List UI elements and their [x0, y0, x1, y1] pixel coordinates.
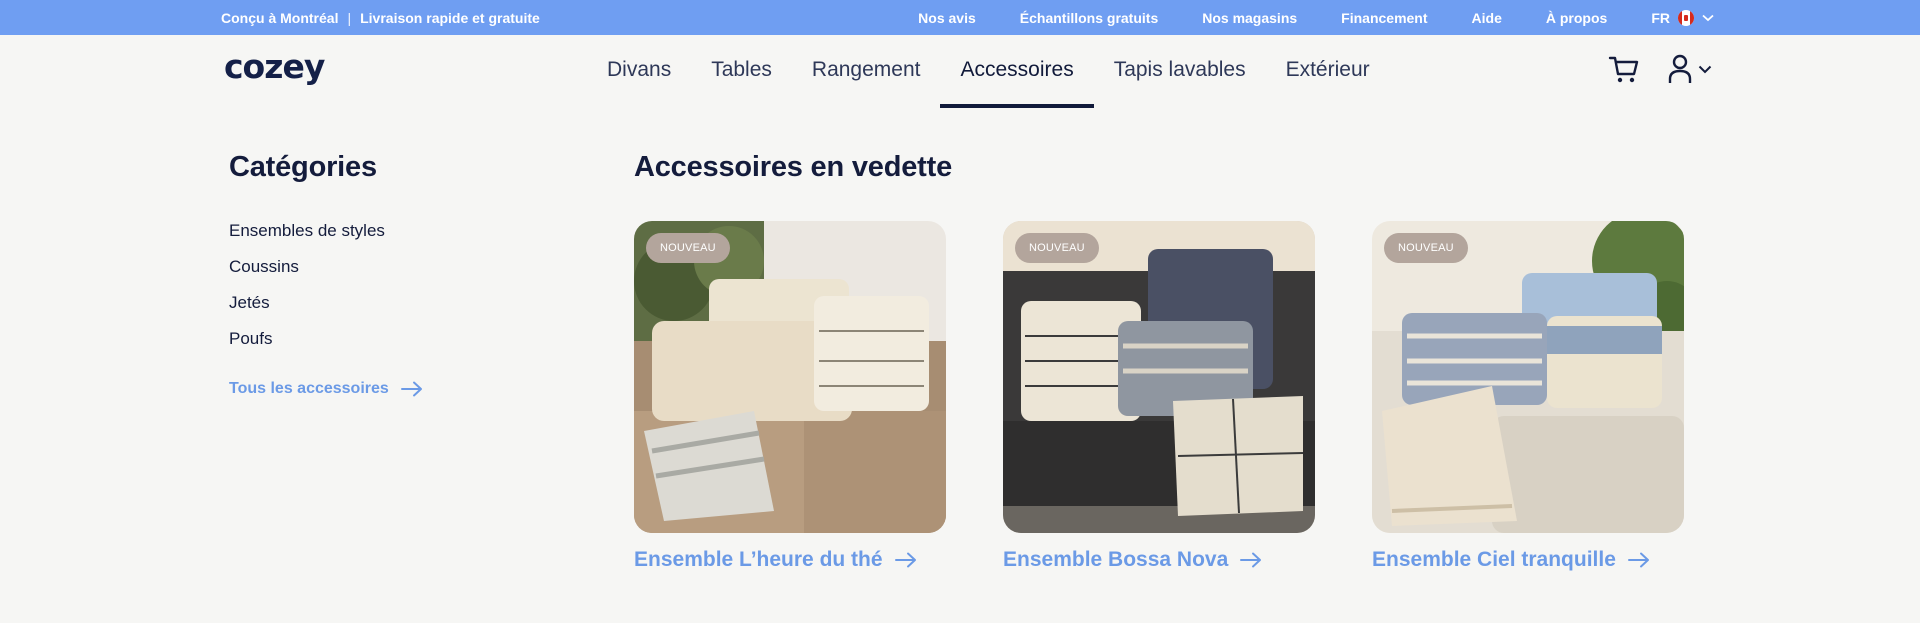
new-badge: NOUVEAU [1015, 233, 1099, 263]
product-photo [634, 221, 946, 533]
main-nav: Divans Tables Rangement Accessoires Tapi… [587, 35, 1390, 108]
arrow-right-icon [400, 381, 422, 397]
nav-item-tables[interactable]: Tables [691, 35, 792, 105]
nav-item-sofas[interactable]: Divans [587, 35, 691, 105]
link-reviews[interactable]: Nos avis [918, 10, 976, 26]
all-accessories-link[interactable]: Tous les accessoires [229, 380, 423, 398]
product-image-ciel-tranquille[interactable]: NOUVEAU [1372, 221, 1684, 533]
account-menu[interactable] [1668, 53, 1716, 85]
product-card-tea-time: NOUVEAU Ensemble L’heure du thé [634, 221, 946, 571]
arrow-right-icon [1240, 552, 1262, 568]
chevron-down-icon [1698, 65, 1712, 73]
language-label: FR [1651, 9, 1670, 26]
product-photo [1372, 221, 1684, 533]
nav-item-washable-rugs[interactable]: Tapis lavables [1094, 35, 1266, 105]
product-card-ciel-tranquille: NOUVEAU Ensemble Ciel tranquille [1372, 221, 1684, 571]
nav-item-storage[interactable]: Rangement [792, 35, 941, 105]
new-badge: NOUVEAU [646, 233, 730, 263]
new-badge: NOUVEAU [1384, 233, 1468, 263]
tagline-delivery: Livraison rapide et gratuite [360, 9, 540, 26]
product-card-bossa-nova: NOUVEAU Ensemble Bossa Nova [1003, 221, 1315, 571]
category-item-style-sets[interactable]: Ensembles de styles [229, 218, 385, 254]
link-help[interactable]: Aide [1472, 10, 1502, 26]
tagline: Conçu à Montréal | Livraison rapide et g… [221, 0, 540, 35]
product-link-ciel-tranquille[interactable]: Ensemble Ciel tranquille [1372, 548, 1650, 572]
arrow-right-icon [1627, 552, 1649, 568]
category-item-cushions[interactable]: Coussins [229, 254, 385, 290]
nav-item-outdoor[interactable]: Extérieur [1266, 35, 1390, 105]
utility-links: Nos avis Échantillons gratuits Nos magas… [918, 0, 1714, 35]
chevron-down-icon [1702, 14, 1714, 21]
language-selector[interactable]: FR [1651, 9, 1714, 26]
top-announcement-bar: Conçu à Montréal | Livraison rapide et g… [0, 0, 1920, 35]
product-photo [1003, 221, 1315, 533]
arrow-right-icon [894, 552, 916, 568]
link-free-samples[interactable]: Échantillons gratuits [1020, 10, 1158, 26]
link-stores[interactable]: Nos magasins [1202, 10, 1297, 26]
all-accessories-label: Tous les accessoires [229, 380, 389, 397]
user-icon [1668, 54, 1692, 83]
cart-icon[interactable] [1608, 53, 1640, 85]
canada-flag-icon [1678, 9, 1694, 26]
product-image-bossa-nova[interactable]: NOUVEAU [1003, 221, 1315, 533]
link-financing[interactable]: Financement [1341, 10, 1427, 26]
category-item-throws[interactable]: Jetés [229, 290, 385, 326]
logo[interactable]: cozey [224, 47, 325, 86]
featured-heading: Accessoires en vedette [634, 151, 952, 183]
category-list: Ensembles de styles Coussins Jetés Poufs [229, 218, 385, 362]
tagline-designed: Conçu à Montréal [221, 9, 339, 26]
product-image-tea-time[interactable]: NOUVEAU [634, 221, 946, 533]
tagline-separator: | [347, 9, 352, 26]
link-about[interactable]: À propos [1546, 10, 1607, 26]
product-link-tea-time[interactable]: Ensemble L’heure du thé [634, 548, 917, 572]
category-item-poufs[interactable]: Poufs [229, 326, 385, 362]
product-link-bossa-nova[interactable]: Ensemble Bossa Nova [1003, 548, 1262, 572]
product-title: Ensemble L’heure du thé [634, 548, 883, 571]
main-header: cozey Divans Tables Rangement Accessoire… [0, 35, 1920, 108]
categories-heading: Catégories [229, 151, 377, 183]
product-title: Ensemble Bossa Nova [1003, 548, 1229, 571]
product-title: Ensemble Ciel tranquille [1372, 548, 1616, 571]
nav-item-accessories[interactable]: Accessoires [940, 35, 1094, 108]
